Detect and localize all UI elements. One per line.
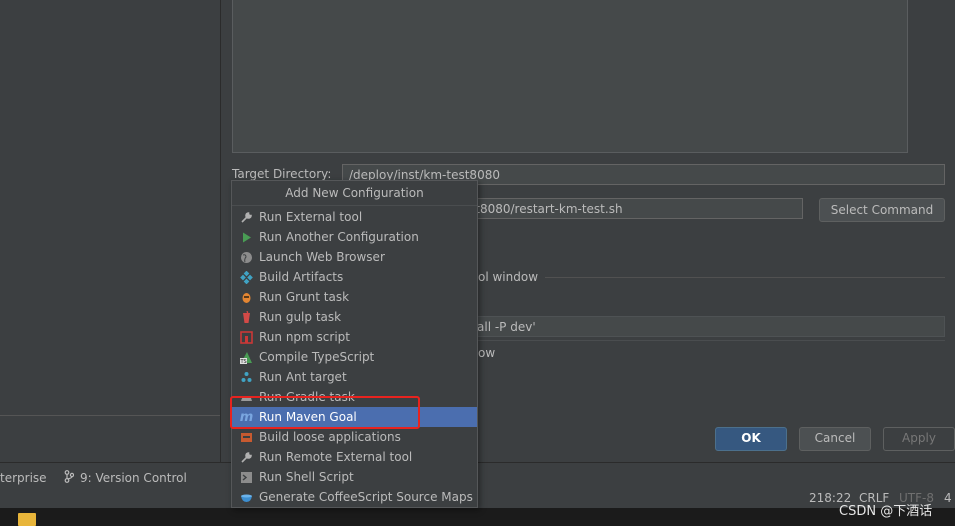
menu-item-label: Generate CoffeeScript Source Maps [259, 490, 473, 504]
menu-item-run-shell-script[interactable]: Run Shell Script [232, 467, 477, 487]
menu-item-label: Compile TypeScript [259, 350, 375, 364]
menu-item-run-ant-target[interactable]: Run Ant target [232, 367, 477, 387]
menu-item-run-remote-external-tool[interactable]: Run Remote External tool [232, 447, 477, 467]
taskbar [0, 508, 955, 526]
folder-icon[interactable] [18, 513, 36, 526]
coffee-icon [240, 491, 253, 504]
add-new-configuration-popup: Add New Configuration Run External tool … [231, 180, 478, 508]
menu-item-run-grunt-task[interactable]: Run Grunt task [232, 287, 477, 307]
typescript-icon: TS [240, 351, 253, 364]
menu-item-run-another-configuration[interactable]: Run Another Configuration [232, 227, 477, 247]
npm-icon [240, 330, 253, 344]
tool-window-label: ol window [478, 270, 539, 284]
branch-icon [64, 470, 76, 484]
left-panel [0, 0, 221, 462]
left-panel-lower [0, 415, 220, 463]
menu-item-build-loose-applications[interactable]: Build loose applications [232, 427, 477, 447]
menu-item-label: Run npm script [259, 330, 350, 344]
terminal-icon [240, 471, 253, 484]
separator [478, 340, 945, 341]
menu-item-label: Run Another Configuration [259, 230, 419, 244]
popup-title: Add New Configuration [232, 181, 477, 206]
wrench-icon [240, 211, 253, 224]
menu-item-label: Run Remote External tool [259, 450, 413, 464]
loose-app-icon [240, 431, 253, 444]
watermark: CSDN @下酒话 [839, 504, 933, 519]
select-command-button[interactable]: Select Command [819, 198, 945, 222]
ant-icon [240, 371, 253, 384]
svg-text:TS: TS [240, 359, 247, 364]
artifacts-icon [240, 270, 253, 284]
menu-item-label: Launch Web Browser [259, 250, 385, 264]
show-label: ow [478, 346, 496, 360]
gulp-icon [240, 310, 253, 324]
globe-icon [240, 251, 253, 264]
command-field-text: st8080/restart-km-test.sh [469, 202, 623, 216]
annotation-highlight-box [230, 396, 420, 429]
menu-item-launch-web-browser[interactable]: Launch Web Browser [232, 247, 477, 267]
apply-button[interactable]: Apply [883, 427, 955, 451]
menu-item-generate-coffeescript-source-maps[interactable]: Generate CoffeeScript Source Maps [232, 487, 477, 507]
ok-button[interactable]: OK [715, 427, 787, 451]
menu-item-run-external-tool[interactable]: Run External tool [232, 207, 477, 227]
grunt-icon [240, 291, 253, 304]
menu-item-label: Run Grunt task [259, 290, 350, 304]
menu-item-build-artifacts[interactable]: Build Artifacts [232, 267, 477, 287]
cancel-button[interactable]: Cancel [799, 427, 871, 451]
tab-version-control[interactable]: 9: Version Control [80, 471, 187, 485]
menu-item-run-gulp-task[interactable]: Run gulp task [232, 307, 477, 327]
wrench-icon [240, 451, 253, 464]
menu-item-label: Run Ant target [259, 370, 347, 384]
menu-item-label: Build Artifacts [259, 270, 344, 284]
menu-item-label: Run Shell Script [259, 470, 354, 484]
menu-item-run-npm-script[interactable]: Run npm script [232, 327, 477, 347]
goal-field-text: all -P dev' [477, 320, 536, 334]
menu-item-label: Build loose applications [259, 430, 401, 444]
script-textarea[interactable] [232, 0, 908, 153]
play-icon [240, 231, 253, 244]
menu-item-label: Run gulp task [259, 310, 342, 324]
tab-enterprise[interactable]: terprise [0, 471, 47, 485]
indent-setting[interactable]: 4 [944, 491, 952, 505]
menu-item-label: Run External tool [259, 210, 363, 224]
separator [545, 277, 945, 278]
menu-item-compile-typescript[interactable]: TS Compile TypeScript [232, 347, 477, 367]
target-directory-label: Target Directory: [232, 167, 332, 181]
